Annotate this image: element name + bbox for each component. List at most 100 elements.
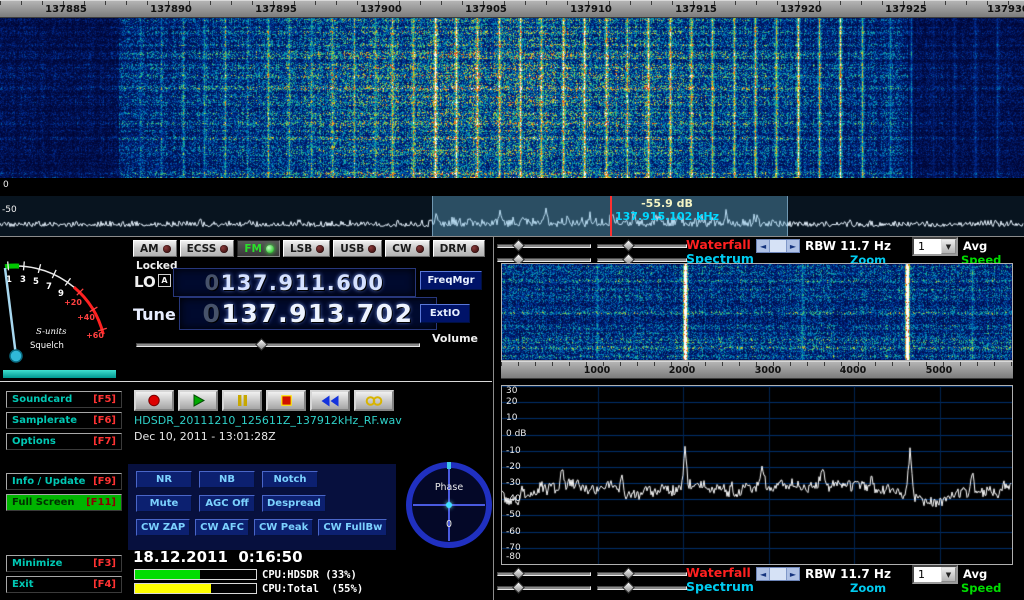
loop-button[interactable]: [354, 390, 394, 411]
soundcard-button[interactable]: Soundcard [F5]: [6, 391, 122, 408]
cw-afc-button[interactable]: CW AFC: [195, 519, 249, 536]
pause-button[interactable]: [222, 390, 262, 411]
nb-button[interactable]: NB: [199, 471, 255, 488]
rewind-button[interactable]: [310, 390, 350, 411]
loop-icon: [365, 395, 383, 407]
db-tick-label: -40: [506, 494, 521, 504]
fullscreen-button[interactable]: Full Screen [F11]: [6, 494, 122, 511]
notch-button[interactable]: Notch: [262, 471, 318, 488]
chevron-down-icon[interactable]: ▼: [941, 567, 956, 582]
info-update-button[interactable]: Info / Update [F9]: [6, 473, 122, 490]
mode-ecss-button[interactable]: ECSS: [180, 240, 235, 257]
cpu-hdsdr-text: CPU:HDSDR (33%): [262, 569, 357, 581]
waterfall-contrast-slider[interactable]: [597, 244, 687, 248]
vertical-divider: [493, 236, 494, 600]
mode-label: AM: [140, 243, 159, 255]
options-button[interactable]: Options [F7]: [6, 433, 122, 450]
nr-button[interactable]: NR: [136, 471, 192, 488]
tune-digits: 137.913.702: [221, 299, 413, 328]
mute-button[interactable]: Mute: [136, 495, 192, 512]
zoom-spectrum-display[interactable]: [502, 386, 1012, 564]
button-label: Full Screen: [12, 497, 75, 508]
waterfall-brightness-slider-2[interactable]: [497, 572, 591, 576]
mode-cw-button[interactable]: CW: [385, 240, 429, 257]
slider-thumb[interactable]: [622, 567, 635, 580]
despread-button[interactable]: Despread: [262, 495, 326, 512]
spectrum-upper-slider-2[interactable]: [497, 586, 591, 590]
mode-drm-button[interactable]: DRM: [433, 240, 485, 257]
arrow-left-icon[interactable]: ◄: [757, 242, 769, 251]
button-fkey: [F6]: [93, 415, 116, 426]
button-label: Exit: [12, 579, 34, 590]
mode-am-button[interactable]: AM: [133, 240, 177, 257]
squelch-level-bar[interactable]: [3, 370, 116, 378]
spectrum-lower-slider-2[interactable]: [597, 586, 687, 590]
lo-lock-badge[interactable]: A: [158, 274, 171, 287]
rbw-readout-2: RBW 11.7 Hz: [805, 567, 891, 581]
chevron-down-icon[interactable]: ▼: [941, 239, 956, 254]
dsp-label: CW Peak: [259, 522, 308, 533]
avg-dropdown-2[interactable]: 1 ▼: [912, 565, 958, 584]
cw-zap-button[interactable]: CW ZAP: [136, 519, 190, 536]
samplerate-button[interactable]: Samplerate [F6]: [6, 412, 122, 429]
lo-leading-zero: 0: [204, 271, 220, 295]
volume-slider-thumb[interactable]: [255, 338, 268, 351]
avg-dropdown[interactable]: 1 ▼: [912, 237, 958, 256]
arrow-right-icon[interactable]: ►: [787, 570, 799, 579]
mode-label: USB: [340, 243, 364, 255]
avg-dropdown-value: 1: [914, 240, 941, 253]
s-meter-pivot[interactable]: [10, 350, 22, 362]
main-frequency-ruler[interactable]: 137885 137890 137895 137900 137905 13791…: [0, 0, 1024, 18]
button-label: Info / Update: [12, 476, 85, 487]
mode-fm-button[interactable]: FM: [237, 240, 280, 257]
zoom-spectrum-frame: 30 20 10 0 dB -10 -20 -30 -40 -50 -60 -7…: [501, 385, 1013, 565]
zoom-frequency-ruler[interactable]: 1000 2000 3000 4000 5000: [501, 361, 1013, 379]
tune-frequency-display[interactable]: 0137.913.702: [179, 297, 437, 330]
button-fkey: [F9]: [93, 476, 116, 487]
zoom-spin-control-2[interactable]: ◄►: [756, 567, 800, 581]
s-meter-red-label: +60: [86, 331, 104, 340]
slider-thumb[interactable]: [622, 581, 635, 594]
lo-label: LO: [134, 273, 156, 291]
agc-button[interactable]: AGC Off: [199, 495, 255, 512]
volume-slider[interactable]: [136, 343, 420, 347]
zoom-spin-control[interactable]: ◄►: [756, 239, 800, 253]
arrow-right-icon[interactable]: ►: [787, 242, 799, 251]
mode-led-icon: [163, 245, 171, 253]
stop-button[interactable]: [266, 390, 306, 411]
ruler-tick-label: 137930: [987, 4, 1024, 15]
arrow-left-icon[interactable]: ◄: [757, 570, 769, 579]
spectrum-upper-slider[interactable]: [497, 258, 591, 262]
slider-thumb[interactable]: [622, 239, 635, 252]
waterfall-contrast-slider-2[interactable]: [597, 572, 687, 576]
spin-thumb[interactable]: [769, 568, 787, 580]
extio-button[interactable]: ExtIO: [420, 304, 470, 323]
slider-thumb[interactable]: [512, 567, 525, 580]
zoom-waterfall-display[interactable]: [502, 264, 1012, 360]
minimize-button[interactable]: Minimize [F3]: [6, 555, 122, 572]
waterfall-brightness-slider[interactable]: [497, 244, 591, 248]
db-tick-label: -80: [506, 552, 521, 562]
spin-thumb[interactable]: [769, 240, 787, 252]
slider-thumb[interactable]: [512, 239, 525, 252]
cw-peak-button[interactable]: CW Peak: [254, 519, 313, 536]
cw-fullbw-button[interactable]: CW FullBw: [318, 519, 387, 536]
slider-thumb[interactable]: [512, 581, 525, 594]
freqmgr-button[interactable]: FreqMgr: [420, 271, 482, 290]
pause-icon: [236, 394, 249, 407]
lo-frequency-display[interactable]: 0137.911.600: [173, 268, 416, 297]
mode-usb-button[interactable]: USB: [333, 240, 382, 257]
tune-leading-zero: 0: [203, 299, 222, 328]
mode-lsb-button[interactable]: LSB: [283, 240, 330, 257]
main-waterfall-display[interactable]: [0, 0, 1024, 178]
record-button[interactable]: [134, 390, 174, 411]
exit-button[interactable]: Exit [F4]: [6, 576, 122, 593]
s-meter-label: 7: [46, 282, 52, 292]
spectrum-lower-slider[interactable]: [597, 258, 687, 262]
db-tick-label: -30: [506, 478, 521, 488]
button-fkey: [F3]: [93, 558, 116, 569]
play-button[interactable]: [178, 390, 218, 411]
stop-icon: [280, 394, 293, 407]
mode-label: DRM: [440, 243, 467, 255]
mode-led-icon: [220, 245, 228, 253]
